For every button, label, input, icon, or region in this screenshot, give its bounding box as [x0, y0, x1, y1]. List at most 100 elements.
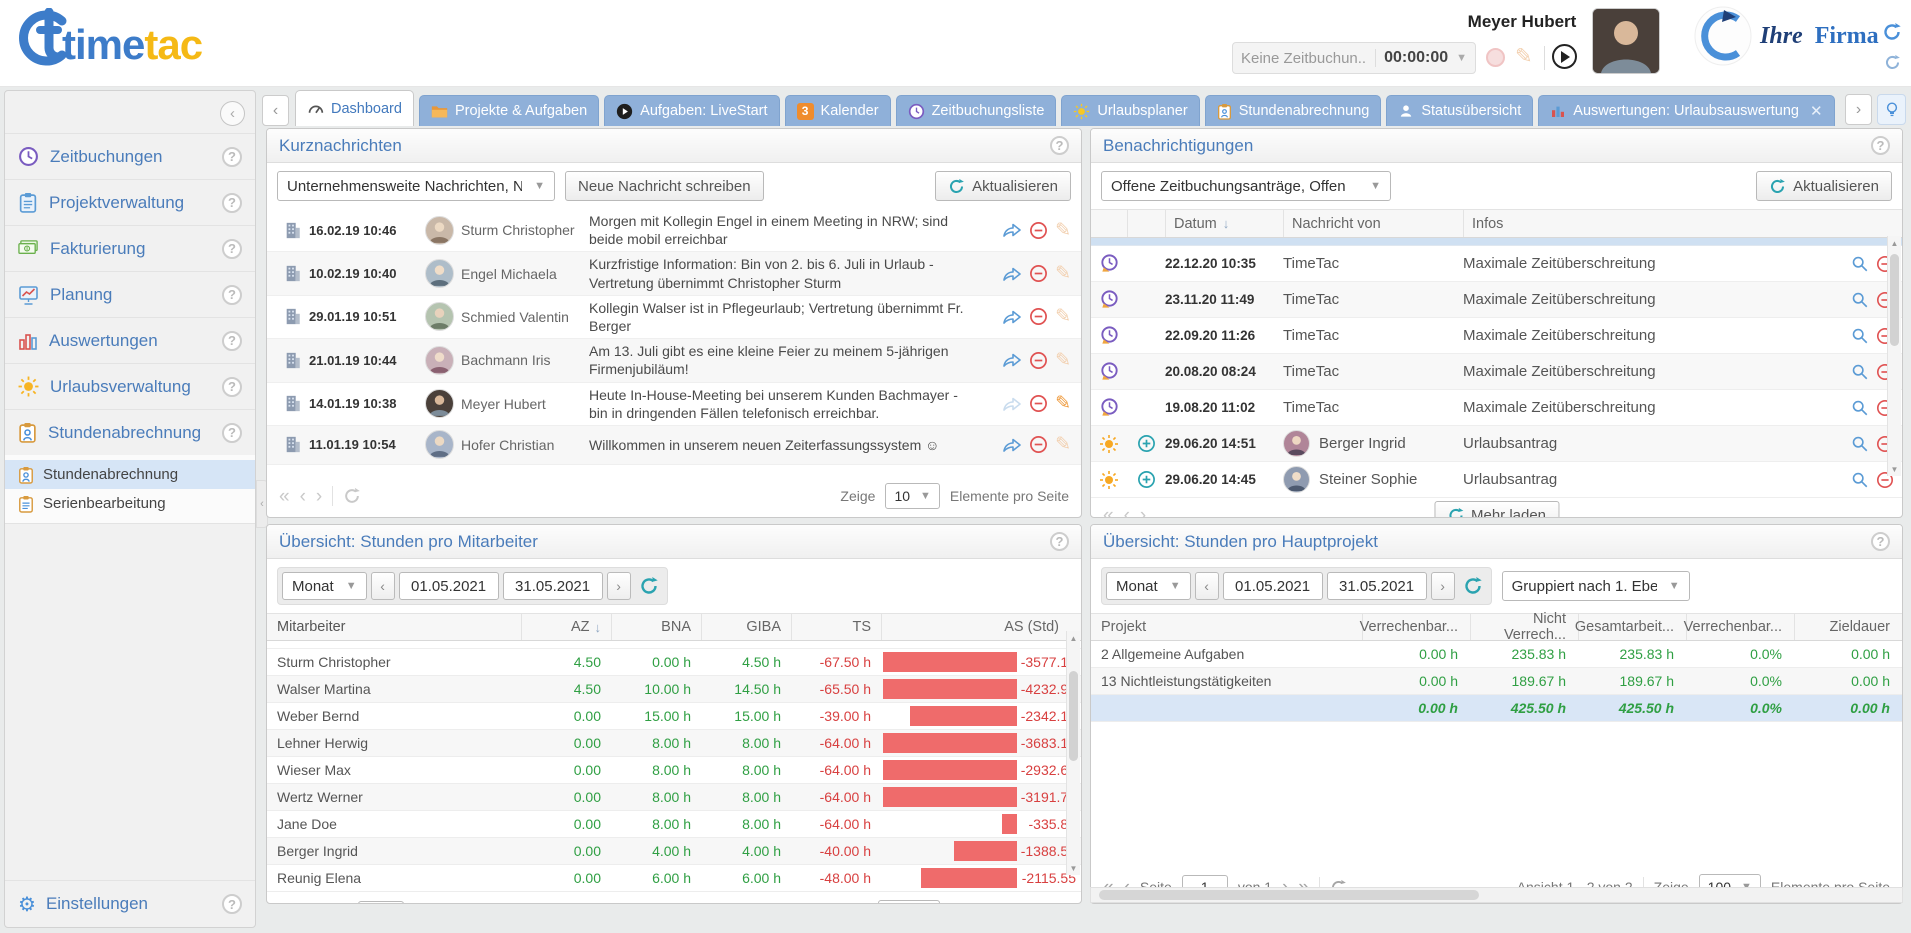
messages-filter-select[interactable]: Unternehmensweite Nachrichten, N ▼ [277, 171, 555, 201]
delete-icon[interactable] [1029, 221, 1048, 240]
tab-urlaubsplaner[interactable]: Urlaubsplaner [1061, 95, 1199, 126]
sidebar-item-planung[interactable]: Planung ? [5, 272, 255, 318]
sidebar-collapse-button[interactable]: ‹ [220, 101, 245, 126]
forward-icon[interactable] [1002, 221, 1022, 239]
group-by-select[interactable]: Gruppiert nach 1. Ebe ▼ [1502, 571, 1690, 601]
tab-statusuebersicht[interactable]: Statusübersicht [1386, 95, 1533, 126]
forward-icon[interactable] [1002, 308, 1022, 326]
horizontal-scrollbar[interactable] [1090, 887, 1903, 903]
edit-icon[interactable]: ✎ [1055, 221, 1071, 240]
edit-icon[interactable]: ✎ [1055, 435, 1071, 454]
magnifier-icon[interactable] [1851, 327, 1869, 345]
tab-stundenabrechnung[interactable]: Stundenabrechnung [1205, 95, 1382, 126]
scroll-up-icon[interactable]: ▲ [1067, 631, 1080, 645]
tab-zeitbuchungsliste[interactable]: Zeitbuchungsliste [896, 95, 1057, 126]
user-avatar[interactable] [1592, 8, 1660, 74]
help-icon[interactable]: ? [222, 285, 242, 305]
expand-plus-icon[interactable] [1127, 434, 1165, 453]
first-page-icon[interactable]: « [279, 487, 290, 506]
column-header-zieldauer[interactable]: Zieldauer [1794, 614, 1902, 640]
help-icon[interactable]: ? [1050, 136, 1069, 155]
tab-aufgaben-livestart[interactable]: Aufgaben: LiveStart [604, 95, 779, 126]
load-more-button[interactable]: Mehr laden [1434, 501, 1559, 519]
column-header-verrechenbar-pct[interactable]: Verrechenbar... [1686, 614, 1794, 640]
next-page-icon[interactable]: › [1140, 506, 1146, 518]
edit-icon[interactable]: ✎ [1055, 351, 1071, 370]
scroll-down-icon[interactable]: ▼ [1888, 462, 1901, 476]
forward-icon[interactable] [1002, 351, 1022, 369]
delete-icon[interactable] [1029, 307, 1048, 326]
column-header-az[interactable]: AZ↓ [521, 614, 611, 640]
help-icon[interactable]: ? [222, 239, 242, 259]
sidebar-item-einstellungen[interactable]: ⚙ Einstellungen ? [5, 880, 255, 927]
page-size-select[interactable]: 100 ▼ [878, 900, 940, 904]
scrollbar-thumb[interactable] [1890, 254, 1899, 346]
sidebar-item-zeitbuchungen[interactable]: Zeitbuchungen ? [5, 133, 255, 180]
submenu-item-stundenabrechnung[interactable]: Stundenabrechnung [5, 460, 255, 489]
tab-projekte-aufgaben[interactable]: Projekte & Aufgaben [419, 95, 599, 126]
page-size-select[interactable]: 10 ▼ [885, 483, 939, 509]
notifications-refresh-button[interactable]: Aktualisieren [1756, 171, 1892, 201]
prev-period-button[interactable]: ‹ [1195, 572, 1219, 600]
tab-auswertungen-urlaubsauswertung[interactable]: Auswertungen: Urlaubsauswertung ✕ [1538, 95, 1834, 126]
tabs-scroll-left-button[interactable]: ‹ [262, 95, 289, 126]
sidebar-item-projektverwaltung[interactable]: Projektverwaltung ? [5, 180, 255, 226]
delete-icon[interactable] [1029, 435, 1048, 454]
submenu-item-serienbearbeitung[interactable]: Serienbearbeitung [5, 489, 255, 518]
magnifier-icon[interactable] [1851, 363, 1869, 381]
page-number-input[interactable] [358, 901, 404, 904]
help-icon[interactable]: ? [222, 193, 242, 213]
sidebar-item-fakturierung[interactable]: Fakturierung ? [5, 226, 255, 272]
column-header-gesamtarbeit[interactable]: Gesamtarbeit... [1578, 614, 1686, 640]
refresh-icon[interactable] [1459, 576, 1487, 596]
magnifier-icon[interactable] [1851, 399, 1869, 417]
period-select[interactable]: Monat ▼ [282, 572, 367, 600]
edit-icon[interactable]: ✎ [1055, 264, 1071, 283]
prev-page-icon[interactable]: ‹ [1124, 506, 1130, 518]
column-header-infos[interactable]: Infos [1463, 210, 1902, 237]
column-header-mitarbeiter[interactable]: Mitarbeiter [267, 614, 521, 640]
scrollbar-thumb[interactable] [1069, 671, 1078, 761]
scroll-down-icon[interactable]: ▼ [1067, 861, 1080, 875]
magnifier-icon[interactable] [1851, 291, 1869, 309]
magnifier-icon[interactable] [1851, 255, 1869, 273]
edit-icon[interactable]: ✎ [1055, 394, 1071, 413]
help-icon[interactable]: ? [222, 423, 242, 443]
refresh-icon[interactable] [635, 576, 663, 596]
edit-icon[interactable]: ✎ [1055, 307, 1071, 326]
prev-page-icon[interactable]: ‹ [300, 904, 306, 905]
prev-page-icon[interactable]: ‹ [300, 487, 306, 506]
messages-refresh-button[interactable]: Aktualisieren [935, 171, 1071, 201]
column-header-projekt[interactable]: Projekt [1091, 614, 1362, 640]
date-to-input[interactable] [1327, 572, 1427, 600]
notifications-scrollbar[interactable]: ▲ ▼ [1887, 236, 1901, 476]
help-icon[interactable]: ? [222, 894, 242, 914]
time-tracker-widget[interactable]: Keine Zeitbuchun... 00:00:00 ▼ [1232, 42, 1476, 74]
column-header-nicht-verrechenbar[interactable]: Nicht Verrech... [1470, 614, 1578, 640]
sidebar-item-stundenabrechnung[interactable]: Stundenabrechnung ? [5, 410, 255, 455]
sidebar-item-auswertungen[interactable]: Auswertungen ? [5, 318, 255, 364]
sidebar-item-urlaubsverwaltung[interactable]: Urlaubsverwaltung ? [5, 364, 255, 410]
next-page-icon[interactable]: › [458, 904, 464, 905]
scroll-up-icon[interactable]: ▲ [1888, 236, 1901, 250]
column-header-as[interactable]: AS (Std) [881, 614, 1081, 640]
lightbulb-button[interactable] [1877, 94, 1906, 125]
employee-table-scrollbar[interactable]: ▲ ▼ [1066, 631, 1080, 875]
scrollbar-thumb[interactable] [1099, 890, 1479, 900]
chevron-down-icon[interactable]: ▼ [1456, 52, 1467, 64]
column-header-verrechenbar[interactable]: Verrechenbar... [1362, 614, 1470, 640]
expand-plus-icon[interactable] [1127, 470, 1165, 489]
next-page-icon[interactable]: › [316, 487, 322, 506]
column-header-ts[interactable]: TS [791, 614, 881, 640]
delete-icon[interactable] [1029, 264, 1048, 283]
refresh-page-icon[interactable] [1882, 22, 1902, 42]
tab-dashboard[interactable]: Dashboard [295, 90, 414, 126]
notifications-filter-select[interactable]: Offene Zeitbuchungsanträge, Offen ▼ [1101, 171, 1391, 201]
start-recording-button[interactable] [1552, 44, 1577, 69]
next-period-button[interactable]: › [607, 572, 631, 600]
help-icon[interactable]: ? [222, 377, 242, 397]
forward-icon[interactable] [1002, 395, 1022, 413]
column-header-nachricht-von[interactable]: Nachricht von [1283, 210, 1463, 237]
sync-icon[interactable] [1884, 54, 1901, 71]
delete-icon[interactable] [1029, 351, 1048, 370]
